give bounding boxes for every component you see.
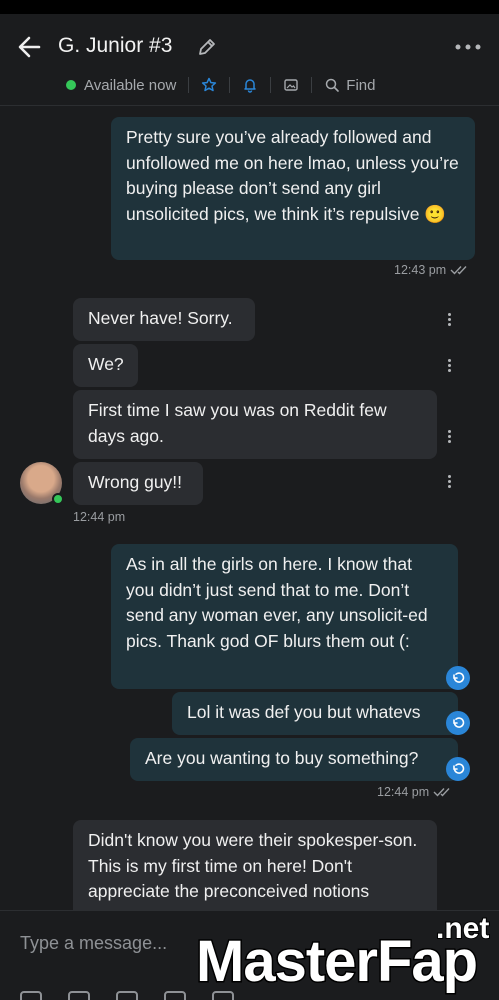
message-options-icon[interactable] [445, 311, 453, 329]
outgoing-message[interactable]: Pretty sure you’ve already followed and … [111, 117, 475, 260]
message-timestamp: 12:44 pm [73, 510, 126, 524]
chat-header: G. Junior #3 Available now Find [0, 14, 499, 106]
message-text: First time I saw you was on Reddit few d… [88, 400, 387, 446]
undo-icon[interactable] [446, 666, 470, 690]
image-gallery-icon[interactable] [283, 77, 299, 93]
attach-file-icon[interactable] [68, 991, 90, 1000]
watermark-domain: .net [435, 911, 490, 946]
message-text: Pretty sure you’ve already followed and … [126, 127, 459, 224]
star-icon[interactable] [201, 77, 217, 93]
online-status-dot [52, 493, 64, 505]
divider [229, 77, 231, 93]
read-receipt-icon [433, 788, 450, 797]
outgoing-message[interactable]: As in all the girls on here. I know that… [111, 544, 458, 689]
online-status-dot [66, 80, 76, 90]
divider [188, 77, 190, 93]
message-options-icon[interactable] [445, 428, 453, 446]
message-text: Wrong guy!! [88, 472, 183, 492]
edit-pencil-icon[interactable] [196, 36, 218, 58]
undo-icon[interactable] [446, 711, 470, 735]
divider [270, 77, 272, 93]
divider [311, 77, 313, 93]
message-options-icon[interactable] [445, 473, 453, 491]
schedule-icon[interactable] [164, 991, 186, 1000]
incoming-message[interactable]: Never have! Sorry. [73, 298, 255, 341]
find-label: Find [346, 76, 376, 94]
message-text: Didn't know you were their spokesper-son… [88, 830, 418, 901]
search-icon [326, 78, 340, 92]
availability-status: Available now [84, 76, 177, 94]
message-text: We? [88, 354, 124, 374]
watermark-text: MasterFap [194, 928, 479, 996]
incoming-message[interactable]: We? [73, 344, 138, 387]
message-timestamp: 12:43 pm [394, 263, 472, 277]
message-text: Lol it was def you but whatevs [187, 702, 421, 722]
message-text: Are you wanting to buy something? [145, 748, 419, 768]
undo-icon[interactable] [446, 757, 470, 781]
more-options-icon[interactable] [454, 42, 482, 52]
header-subrow: Available now Find [66, 74, 375, 96]
find-button[interactable]: Find [324, 77, 375, 94]
incoming-message[interactable]: First time I saw you was on Reddit few d… [73, 390, 437, 459]
back-arrow-icon[interactable] [14, 32, 44, 62]
status-bar [0, 0, 499, 14]
message-timestamp: 12:44 pm [377, 785, 455, 799]
outgoing-message[interactable]: Are you wanting to buy something? [130, 738, 458, 781]
message-text: As in all the girls on here. I know that… [126, 554, 428, 651]
chat-title[interactable]: G. Junior #3 [58, 34, 172, 58]
watermark-logo: MasterFap .net [194, 911, 499, 1000]
message-input[interactable]: Type a message... [20, 933, 167, 954]
message-text: Never have! Sorry. [88, 308, 233, 328]
incoming-message[interactable]: Wrong guy!! [73, 462, 203, 505]
incoming-message[interactable]: Didn't know you were their spokesper-son… [73, 820, 437, 910]
attach-media-icon[interactable] [20, 991, 42, 1000]
message-options-icon[interactable] [445, 357, 453, 375]
vault-icon[interactable] [116, 991, 138, 1000]
outgoing-message[interactable]: Lol it was def you but whatevs [172, 692, 458, 735]
read-receipt-icon [450, 266, 467, 275]
bell-icon[interactable] [242, 77, 258, 93]
message-list[interactable]: Pretty sure you’ve already followed and … [0, 107, 499, 910]
